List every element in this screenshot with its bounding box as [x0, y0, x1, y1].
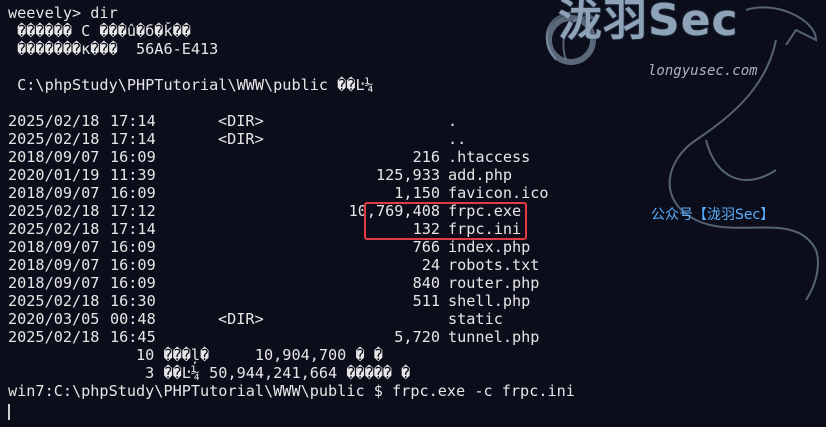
highlight-box [364, 202, 527, 240]
wechat-watermark: 公众号【泷羽Sec】 [651, 207, 775, 223]
entry-type: <DIR> [218, 130, 264, 148]
entry-date: 2025/02/18 [8, 112, 100, 130]
entry-type: <DIR> [218, 310, 264, 328]
entry-date: 2025/02/18 [8, 220, 100, 238]
entry-size: 125,933 [375, 166, 440, 184]
entry-size: 5,720 [394, 328, 440, 346]
summary-dirs-line: 3 ��Ŀ¼ 50,944,241,664 ����� � [8, 364, 411, 382]
logo-title: 泷羽Sec [558, 0, 739, 46]
file-entry-row: 2018/09/07 16:09 766 index.php [8, 238, 530, 256]
entry-time: 00:48 [110, 310, 156, 328]
file-entry-row: 2020/03/05 00:48 <DIR> static [8, 310, 503, 328]
entry-time: 16:09 [110, 184, 156, 202]
entry-time: 16:30 [110, 292, 156, 310]
entry-time: 16:09 [110, 256, 156, 274]
entry-time: 16:09 [110, 148, 156, 166]
entry-type: <DIR> [218, 112, 264, 130]
entry-name: shell.php [448, 292, 531, 310]
entry-date: 2025/02/18 [8, 292, 100, 310]
serial-number-line: �������к��� 56A6-E413 [8, 40, 219, 58]
entry-name: index.php [448, 238, 531, 256]
entry-size: 1,150 [394, 184, 440, 202]
entry-date: 2018/09/07 [8, 256, 100, 274]
entry-date: 2018/09/07 [8, 274, 100, 292]
entry-time: 17:14 [110, 220, 156, 238]
entry-time: 17:12 [110, 202, 156, 220]
entry-date: 2025/02/18 [8, 328, 100, 346]
volume-label-line: ������ C ���û�б�ǩ�� [8, 22, 191, 40]
entry-date: 2025/02/18 [8, 130, 100, 148]
file-entry-row: 2018/09/07 16:09 24 robots.txt [8, 256, 539, 274]
terminal-window[interactable]: 泷羽Sec longyusec.com weevely> dir ������ … [0, 0, 826, 427]
text-cursor [8, 404, 10, 420]
entry-name: router.php [448, 274, 540, 292]
file-entry-row: 2025/02/18 16:45 5,720 tunnel.php [8, 328, 539, 346]
entry-time: 16:09 [110, 274, 156, 292]
entry-time: 17:14 [110, 112, 156, 130]
entry-size: 216 [412, 148, 440, 166]
entry-name: robots.txt [448, 256, 540, 274]
entry-size: 24 [421, 256, 440, 274]
entry-name: .. [448, 130, 467, 148]
file-entry-row: 2020/01/19 11:39 125,933 add.php [8, 166, 512, 184]
entry-date: 2018/09/07 [8, 148, 100, 166]
entry-name: .htaccess [448, 148, 531, 166]
entry-size: 840 [412, 274, 440, 292]
file-entry-row: 2025/02/18 17:14 <DIR>.. [8, 130, 466, 148]
entry-date: 2025/02/18 [8, 202, 100, 220]
entry-size: 511 [412, 292, 440, 310]
entry-time: 11:39 [110, 166, 156, 184]
entry-name: favicon.ico [448, 184, 549, 202]
command-line: win7:C:\phpStudy\PHPTutorial\WWW\public … [8, 382, 575, 400]
entry-date: 2020/01/19 [8, 166, 100, 184]
file-entry-row: 2018/09/07 16:09 1,150 favicon.ico [8, 184, 549, 202]
entry-name: tunnel.php [448, 328, 540, 346]
directory-of-line: C:\phpStudy\PHPTutorial\WWW\public ��Ŀ¼ [8, 76, 374, 94]
entry-time: 17:14 [110, 130, 156, 148]
entry-time: 16:09 [110, 238, 156, 256]
file-entry-row: 2025/02/18 17:14 <DIR>. [8, 112, 457, 130]
entry-name: add.php [448, 166, 513, 184]
file-entry-row: 2025/02/18 16:30 511 shell.php [8, 292, 530, 310]
entry-time: 16:45 [110, 328, 156, 346]
entry-name: . [448, 112, 458, 130]
file-entry-row: 2018/09/07 16:09 840 router.php [8, 274, 539, 292]
entry-date: 2018/09/07 [8, 184, 100, 202]
entry-date: 2020/03/05 [8, 310, 100, 328]
entry-name: static [448, 310, 503, 328]
entry-size: 766 [412, 238, 440, 256]
entry-date: 2018/09/07 [8, 238, 100, 256]
summary-files-line: 10 ���ļ� 10,904,700 � � [8, 346, 383, 364]
file-entry-row: 2018/09/07 16:09 216 .htaccess [8, 148, 530, 166]
prompt-line: weevely> dir [8, 4, 118, 22]
logo-url: longyusec.com [648, 63, 758, 79]
